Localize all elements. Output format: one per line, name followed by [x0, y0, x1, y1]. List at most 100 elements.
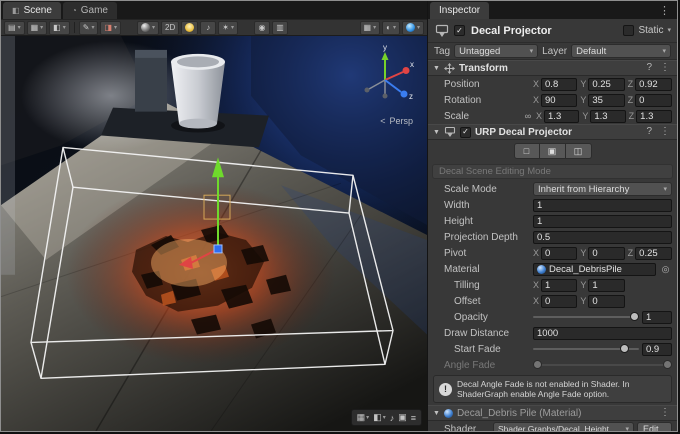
- help-icon[interactable]: ?: [644, 127, 654, 137]
- object-picker-icon[interactable]: ◎: [659, 264, 672, 275]
- x-axis-label[interactable]: X: [533, 296, 539, 306]
- overlay-camera-dropdown[interactable]: ◧▾: [373, 412, 386, 423]
- inspector-menu-kebab-icon[interactable]: ⋮: [652, 4, 677, 17]
- gizmos-dropdown[interactable]: ◐▾: [382, 21, 400, 35]
- z-axis-handle[interactable]: [214, 245, 222, 253]
- offset-y-field[interactable]: 0: [588, 295, 624, 308]
- rotation-z-field[interactable]: 0: [635, 94, 672, 107]
- scene-lighting-toggle[interactable]: [181, 21, 198, 35]
- shader-dropdown[interactable]: Shader Graphs/Decal_HeightMask▾: [493, 422, 634, 432]
- tilling-x-field[interactable]: 1: [541, 279, 577, 292]
- y-axis-label[interactable]: Y: [580, 280, 586, 290]
- orientation-gizmo[interactable]: y x z: [351, 40, 419, 114]
- static-flags-caret-icon[interactable]: ▾: [667, 27, 671, 34]
- rotation-y-field[interactable]: 35: [588, 94, 624, 107]
- component-enabled-checkbox[interactable]: ✓: [460, 127, 471, 138]
- kebab-icon[interactable]: ⋮: [658, 127, 672, 137]
- paint-tool-dropdown[interactable]: ✎▾: [79, 21, 99, 35]
- y-axis-label[interactable]: Y: [580, 95, 586, 105]
- y-axis-label[interactable]: Y: [580, 296, 586, 306]
- scale-z-field[interactable]: 1.3: [636, 110, 672, 123]
- opacity-field[interactable]: 1: [642, 311, 672, 324]
- scale-y-field[interactable]: 1.3: [590, 110, 625, 123]
- start-fade-label[interactable]: Start Fade: [444, 344, 530, 355]
- tab-inspector[interactable]: Inspector: [430, 2, 489, 19]
- position-y-field[interactable]: 0.25: [588, 78, 624, 91]
- z-axis-label[interactable]: Z: [628, 79, 634, 89]
- tilling-y-field[interactable]: 1: [588, 279, 624, 292]
- edit-scale-button[interactable]: □: [514, 143, 540, 159]
- grid-snap-dropdown[interactable]: ▦▾: [27, 21, 48, 35]
- start-fade-field[interactable]: 0.9: [642, 343, 672, 356]
- projection-depth-field[interactable]: 0.5: [533, 231, 672, 244]
- height-label[interactable]: Height: [444, 216, 530, 227]
- scale-x-field[interactable]: 1.3: [544, 110, 579, 123]
- debug-draw-dropdown[interactable]: ◨▾: [100, 21, 121, 35]
- projection-depth-label[interactable]: Projection Depth: [444, 232, 530, 243]
- edit-crop-button[interactable]: ▣: [540, 143, 566, 159]
- overlay-audio-button[interactable]: ♪: [390, 413, 395, 423]
- effects-dropdown[interactable]: ✶▾: [218, 21, 238, 35]
- 2d-toggle[interactable]: 2D: [161, 21, 179, 35]
- x-axis-label[interactable]: X: [533, 95, 539, 105]
- opacity-label[interactable]: Opacity: [444, 312, 530, 323]
- x-axis-label[interactable]: X: [533, 248, 539, 258]
- offset-label[interactable]: Offset: [444, 296, 530, 307]
- constrain-proportions-link-icon[interactable]: ∞: [523, 111, 533, 121]
- foldout-icon[interactable]: ▼: [433, 65, 440, 72]
- tool-settings-dropdown[interactable]: ▤▾: [4, 21, 25, 35]
- scene-viewport[interactable]: y x z < Persp ▦▾ ◧▾ ♪ ▣ ≡: [1, 36, 427, 431]
- decal-projector-component-header[interactable]: ▼ ✓ URP Decal Projector ? ⋮: [428, 124, 677, 140]
- tilling-label[interactable]: Tilling: [444, 280, 530, 291]
- pivot-x-field[interactable]: 0: [541, 247, 577, 260]
- material-object-field[interactable]: Decal_DebrisPile: [533, 263, 656, 276]
- kebab-icon[interactable]: ⋮: [658, 408, 672, 418]
- gizmo-z-axis[interactable]: [385, 80, 401, 92]
- help-icon[interactable]: ?: [644, 63, 654, 73]
- snap-settings-dropdown[interactable]: ◧▾: [49, 21, 70, 35]
- position-label[interactable]: Position: [444, 79, 530, 90]
- grid-visibility-dropdown[interactable]: ▦▾: [360, 21, 381, 35]
- tab-scene[interactable]: ◧ Scene: [3, 2, 61, 19]
- position-x-field[interactable]: 0.8: [541, 78, 577, 91]
- scene-audio-toggle[interactable]: ♪: [200, 21, 216, 35]
- tag-dropdown[interactable]: Untagged▾: [454, 44, 538, 58]
- foldout-icon[interactable]: ▼: [433, 129, 440, 136]
- height-field[interactable]: 1: [533, 215, 672, 228]
- x-axis-label[interactable]: X: [536, 111, 542, 121]
- x-axis-label[interactable]: X: [533, 280, 539, 290]
- scale-mode-dropdown[interactable]: Inherit from Hierarchy▾: [533, 182, 672, 196]
- width-field[interactable]: 1: [533, 199, 672, 212]
- opacity-slider[interactable]: [533, 311, 639, 323]
- scene-camera-settings-dropdown[interactable]: ▾: [402, 21, 424, 35]
- gameobject-name[interactable]: Decal Projector: [471, 25, 552, 37]
- shading-mode-dropdown[interactable]: ▾: [137, 21, 159, 35]
- transform-component-header[interactable]: ▼ Transform ? ⋮: [428, 60, 677, 76]
- active-checkbox[interactable]: ✓: [454, 25, 465, 36]
- edit-pivot-button[interactable]: ◫: [566, 143, 592, 159]
- draw-distance-label[interactable]: Draw Distance: [444, 328, 530, 339]
- overlay-capture-button[interactable]: ▣: [398, 412, 407, 423]
- foldout-icon[interactable]: ▼: [433, 410, 440, 417]
- start-fade-slider[interactable]: [533, 343, 639, 355]
- material-label[interactable]: Material: [444, 264, 530, 275]
- draw-distance-field[interactable]: 1000: [533, 327, 672, 340]
- shader-label[interactable]: Shader: [444, 424, 490, 432]
- pivot-label[interactable]: Pivot: [444, 248, 530, 259]
- overlay-menu-button[interactable]: ≡: [411, 413, 416, 423]
- overlay-grid-dropdown[interactable]: ▦▾: [357, 412, 370, 423]
- y-axis-label[interactable]: Y: [582, 111, 588, 121]
- rotation-x-field[interactable]: 90: [541, 94, 577, 107]
- offset-x-field[interactable]: 0: [541, 295, 577, 308]
- tab-game[interactable]: ◔ Game: [63, 2, 117, 19]
- projection-mode-label[interactable]: < Persp: [380, 116, 413, 126]
- pivot-z-field[interactable]: 0.25: [635, 247, 672, 260]
- component-filter-button[interactable]: ▥: [272, 21, 288, 35]
- y-axis-label[interactable]: Y: [580, 248, 586, 258]
- z-axis-label[interactable]: Z: [628, 95, 634, 105]
- rotation-label[interactable]: Rotation: [444, 95, 530, 106]
- x-axis-label[interactable]: X: [533, 79, 539, 89]
- kebab-icon[interactable]: ⋮: [658, 63, 672, 73]
- scale-label[interactable]: Scale: [444, 111, 520, 122]
- scene-visibility-toggle[interactable]: ◉: [254, 21, 270, 35]
